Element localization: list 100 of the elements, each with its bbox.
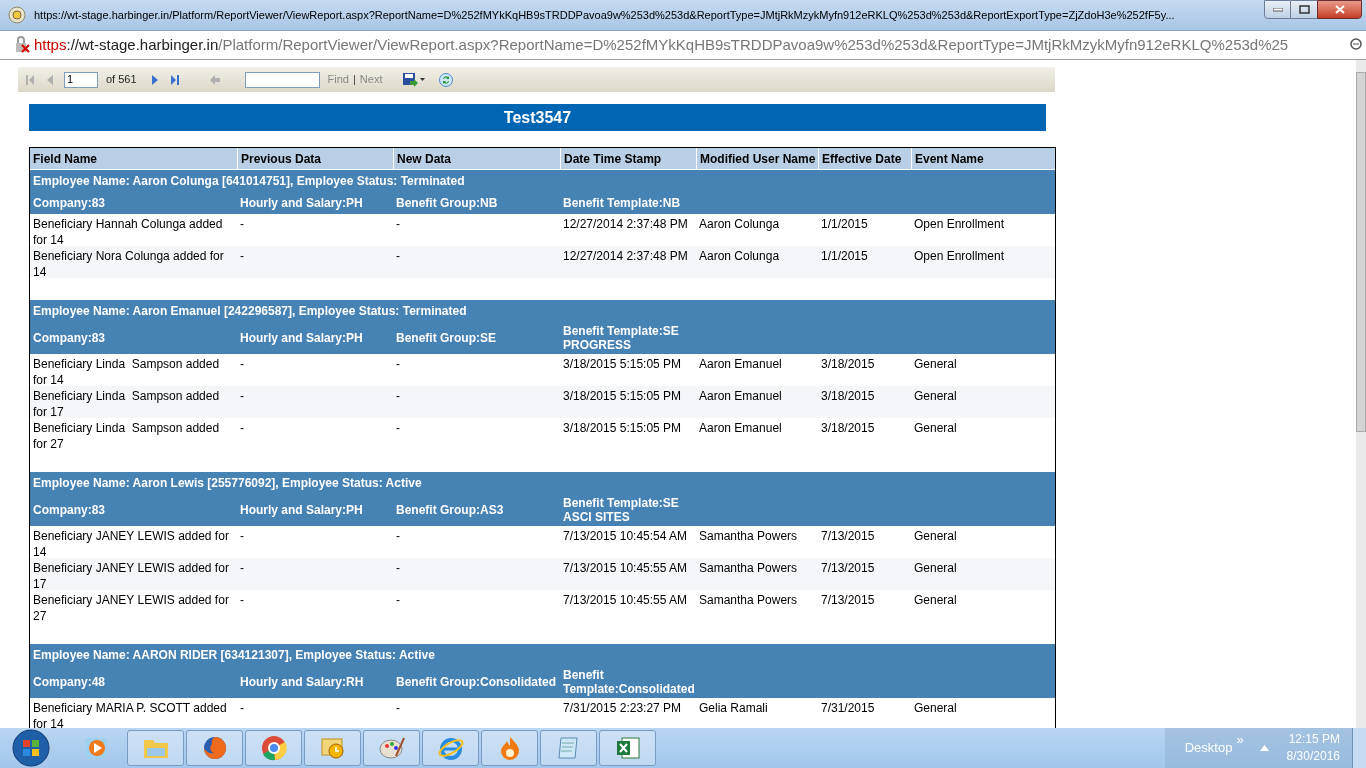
table-cell-text: - — [395, 700, 401, 717]
table-cell-text: General — [913, 528, 958, 545]
table-cell-text: General — [913, 592, 958, 609]
table-cell-text: - — [395, 216, 401, 233]
table-cell-text: 7/13/2015 10:45:55 AM — [562, 560, 689, 577]
table-cell-text: Aaron Emanuel — [698, 388, 783, 405]
table-cell-text: 3/18/2015 — [820, 356, 876, 373]
employee-header: Employee Name: Aaron Emanuel [242296587], Employee Status: Terminated — [32, 303, 468, 320]
taskbar-button[interactable] — [599, 730, 656, 766]
table-cell-text: 12/27/2014 2:37:48 PM — [562, 216, 689, 233]
table-cell-text: - — [395, 248, 401, 265]
group-field: Company:83 — [30, 192, 237, 214]
table-cell-text: Beneficiary Linda Sampson added for 27 — [32, 420, 221, 452]
page-number-field[interactable]: 1 — [64, 71, 98, 88]
table-cell-text: General — [913, 560, 958, 577]
table-cell-text: General — [913, 420, 958, 437]
employee-header: Employee Name: AARON RIDER [634121307], Employee Status: Active — [32, 647, 436, 664]
table-cell-text: General — [913, 356, 958, 373]
show-hidden-icons-icon[interactable] — [1259, 745, 1269, 751]
address-field[interactable]: https://wt-stage.harbinger.in/Platform/ReportViewer/ViewReport.aspx?ReportName=D%252fMYkKqHB9sTRDDPavoa9w%253d%253d&ReportType=JMtjRkMzykMyfn912eRKLQ%253d%25 — [33, 33, 1351, 57]
table-cell-text: Aaron Emanuel — [698, 356, 783, 373]
table-cell-text: - — [239, 248, 245, 265]
minimize-button[interactable] — [1264, 0, 1291, 19]
window-title: https://wt-stage.harbinger.in/Platform/ReportViewer/ViewReport.aspx?ReportName=D%252fMYkKqHB9sTRDDPavoa9w%253d%253d&ReportType=JMtjRkMzykMyfn912eRKLQ%253d%253d&ReportExportType=ZjZdoH3e%252fF5y... — [34, 7, 1175, 23]
table-cell-text: Beneficiary JANEY LEWIS added for 17 — [32, 560, 230, 592]
table-cell-text: 1/1/2015 — [820, 248, 869, 265]
table-cell-text: 3/18/2015 5:15:05 PM — [562, 420, 683, 437]
url-scheme: https — [33, 34, 67, 55]
group-field: Benefit Group:Consolidated — [393, 666, 560, 698]
table-cell-text: - — [239, 420, 245, 437]
table-cell-text: Beneficiary MARIA P. SCOTT added for 14 — [32, 700, 228, 728]
table-cell-text: Open Enrollment — [913, 248, 1006, 265]
close-button[interactable] — [1317, 0, 1362, 19]
url-host: ://wt-stage.harbinger.in — [66, 34, 219, 55]
table-cell-text: Beneficiary Linda Sampson added for 17 — [32, 388, 221, 420]
taskbar-button[interactable] — [363, 730, 420, 766]
taskbar-button[interactable] — [422, 730, 479, 766]
table-cell-text: Gelia Ramali — [698, 700, 769, 717]
table-cell-text: 3/18/2015 5:15:05 PM — [562, 356, 683, 373]
group-field: Company:48 — [30, 666, 237, 698]
taskbar-button[interactable] — [304, 730, 361, 766]
taskbar-button[interactable] — [186, 730, 243, 766]
employee-header: Employee Name: Aaron Lewis [255776092], Employee Status: Active — [32, 475, 423, 492]
table-cell-text: 12/27/2014 2:37:48 PM — [562, 248, 689, 265]
table-cell-text: 1/1/2015 — [820, 216, 869, 233]
show-desktop-button[interactable] — [1352, 728, 1366, 768]
find-field[interactable] — [244, 71, 320, 88]
table-cell-text: - — [395, 560, 401, 577]
group-field: Hourly and Salary:PH — [237, 494, 393, 526]
table-cell-text: Beneficiary Nora Colunga added for 14 — [32, 248, 225, 280]
table-cell-text: 3/18/2015 — [820, 420, 876, 437]
group-field: Benefit Template:SE PROGRESS — [560, 322, 696, 354]
table-cell-text: Beneficiary Hannah Colunga added for 14 — [32, 216, 224, 248]
table-cell-text: Aaron Emanuel — [698, 420, 783, 437]
table-cell-text: 7/13/2015 — [820, 528, 876, 545]
group-field: Hourly and Salary:RH — [237, 666, 393, 698]
table-cell-text: Aaron Colunga — [698, 216, 781, 233]
group-field: Benefit Group:SE — [393, 322, 560, 354]
globe-icon — [8, 6, 26, 24]
clock-time: 12:15 PM — [1288, 731, 1340, 748]
export-button[interactable] — [402, 72, 426, 87]
report-title: Test3547 — [29, 104, 1046, 131]
clock-date: 8/30/2016 — [1286, 748, 1340, 765]
group-field: Hourly and Salary:PH — [237, 322, 393, 354]
table-cell-text: 7/31/2015 2:23:27 PM — [562, 700, 683, 717]
refresh-icon[interactable] — [439, 72, 454, 87]
taskbar-button[interactable] — [481, 730, 538, 766]
table-cell-text: - — [395, 420, 401, 437]
employee-header: Employee Name: Aaron Colunga [641014751], Employee Status: Terminated — [32, 173, 466, 190]
last-page-icon[interactable] — [168, 73, 181, 86]
save-icon — [402, 72, 419, 87]
link-separator: | — [353, 72, 356, 88]
group-field: Company:83 — [30, 322, 237, 354]
table-cell-text: Samantha Powers — [698, 528, 799, 545]
group-field: Benefit Group:NB — [393, 192, 560, 214]
table-cell-text: Samantha Powers — [698, 592, 799, 609]
table-cell-text: - — [239, 592, 245, 609]
maximize-button[interactable] — [1291, 0, 1317, 19]
table-cell-text: 7/13/2015 — [820, 592, 876, 609]
caret-icon — [420, 78, 426, 81]
taskbar-button[interactable] — [540, 730, 597, 766]
table-cell-text: - — [239, 560, 245, 577]
group-field: Company:83 — [30, 494, 237, 526]
table-cell-text: 7/13/2015 10:45:55 AM — [562, 592, 689, 609]
group-field: Benefit Template:NB — [560, 192, 696, 214]
scrollbar[interactable] — [1356, 60, 1366, 728]
start-button[interactable] — [11, 728, 51, 768]
table-cell-text: - — [239, 356, 245, 373]
table-cell-text: - — [239, 388, 245, 405]
taskbar-button[interactable] — [245, 730, 302, 766]
table-cell-text: - — [395, 356, 401, 373]
table-cell-text: Open Enrollment — [913, 216, 1006, 233]
scroll-thumb[interactable] — [1356, 72, 1366, 432]
group-field: Benefit Group:AS3 — [393, 494, 560, 526]
chrome-icon — [259, 734, 288, 762]
table-cell-text: - — [395, 592, 401, 609]
table-cell-text: General — [913, 700, 958, 717]
table-cell-text: 3/18/2015 5:15:05 PM — [562, 388, 683, 405]
group-field: Benefit Template:SE ASCI SITES — [560, 494, 696, 526]
group-field: Hourly and Salary:PH — [237, 192, 393, 214]
